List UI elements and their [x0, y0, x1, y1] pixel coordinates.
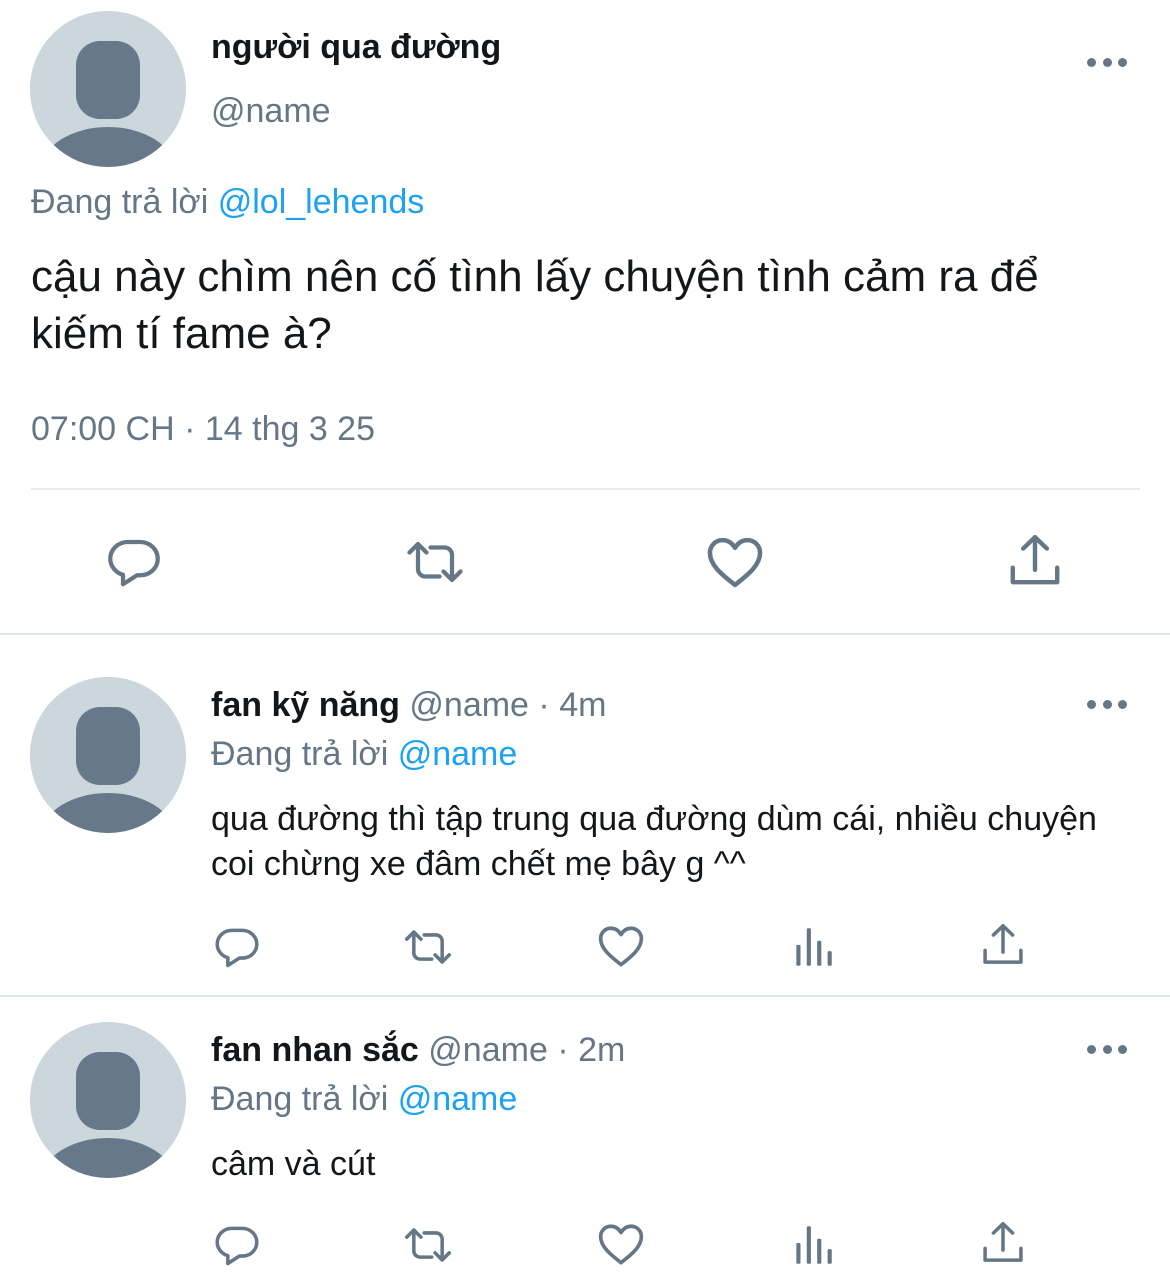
tweet-text: câm và cút [211, 1145, 376, 1183]
like-icon[interactable] [703, 530, 767, 594]
handle[interactable]: @name [428, 1031, 548, 1069]
separator: · [538, 686, 550, 724]
display-name[interactable]: fan kỹ năng [211, 686, 400, 724]
more-dot [1087, 57, 1096, 67]
mention-link[interactable]: @lol_lehends [218, 183, 425, 221]
more-dot [1087, 1044, 1096, 1054]
default-avatar-icon [30, 677, 186, 833]
tweet-text: cậu này chìm nên cố tình lấy chuyện tình… [31, 252, 1039, 358]
mention-link[interactable]: @name [398, 735, 518, 773]
share-icon[interactable] [978, 920, 1028, 970]
replying-prefix: Đang trả lời [211, 1080, 389, 1118]
display-name[interactable]: người qua đường [211, 28, 501, 67]
tweet-text: qua đường thì tập trung qua đường dùm cá… [211, 800, 1097, 883]
more-dot [1087, 699, 1096, 709]
separator: · [557, 1031, 569, 1069]
mention-link[interactable]: @name [398, 1080, 518, 1118]
relative-time[interactable]: 4m [559, 686, 606, 724]
handle[interactable]: @name [409, 686, 529, 724]
more-options-icon[interactable] [1087, 694, 1127, 714]
replying-prefix: Đang trả lời [31, 183, 209, 221]
default-avatar-icon [30, 1022, 186, 1178]
replying-to-line: Đang trả lời @lol_lehends [31, 183, 424, 222]
reply-icon[interactable] [212, 1220, 262, 1270]
avatar[interactable] [30, 1022, 186, 1178]
replying-to-line: Đang trả lời @name [211, 1080, 517, 1119]
relative-time[interactable]: 2m [578, 1031, 625, 1069]
more-options-icon[interactable] [1087, 1039, 1127, 1059]
more-dot [1102, 1044, 1112, 1054]
handle[interactable]: @name [211, 92, 331, 131]
more-options-icon[interactable] [1087, 52, 1127, 72]
more-dot [1118, 1044, 1127, 1054]
analytics-icon[interactable] [788, 1220, 838, 1270]
avatar[interactable] [30, 11, 186, 167]
divider [0, 633, 1170, 635]
display-name[interactable]: fan nhan sắc [211, 1031, 419, 1069]
default-avatar-icon [30, 11, 186, 167]
reply-header: fan kỹ năng @name · 4m [211, 686, 606, 725]
retweet-icon[interactable] [399, 1220, 457, 1270]
more-dot [1118, 57, 1127, 67]
more-dot [1102, 57, 1112, 67]
reply-icon[interactable] [104, 532, 164, 592]
tweet-timestamp[interactable]: 07:00 CH · 14 thg 3 25 [31, 410, 375, 449]
retweet-icon[interactable] [401, 532, 469, 592]
like-icon[interactable] [595, 1218, 647, 1270]
divider [0, 995, 1170, 997]
reply-icon[interactable] [212, 922, 262, 972]
replying-to-line: Đang trả lời @name [211, 735, 517, 774]
replying-prefix: Đang trả lời [211, 735, 389, 773]
avatar[interactable] [30, 677, 186, 833]
analytics-icon[interactable] [788, 922, 838, 972]
like-icon[interactable] [595, 920, 647, 972]
share-icon[interactable] [1004, 530, 1066, 592]
more-dot [1118, 699, 1127, 709]
reply-header: fan nhan sắc @name · 2m [211, 1031, 625, 1070]
divider [31, 488, 1140, 490]
share-icon[interactable] [978, 1218, 1028, 1268]
retweet-icon[interactable] [399, 922, 457, 972]
more-dot [1102, 699, 1112, 709]
